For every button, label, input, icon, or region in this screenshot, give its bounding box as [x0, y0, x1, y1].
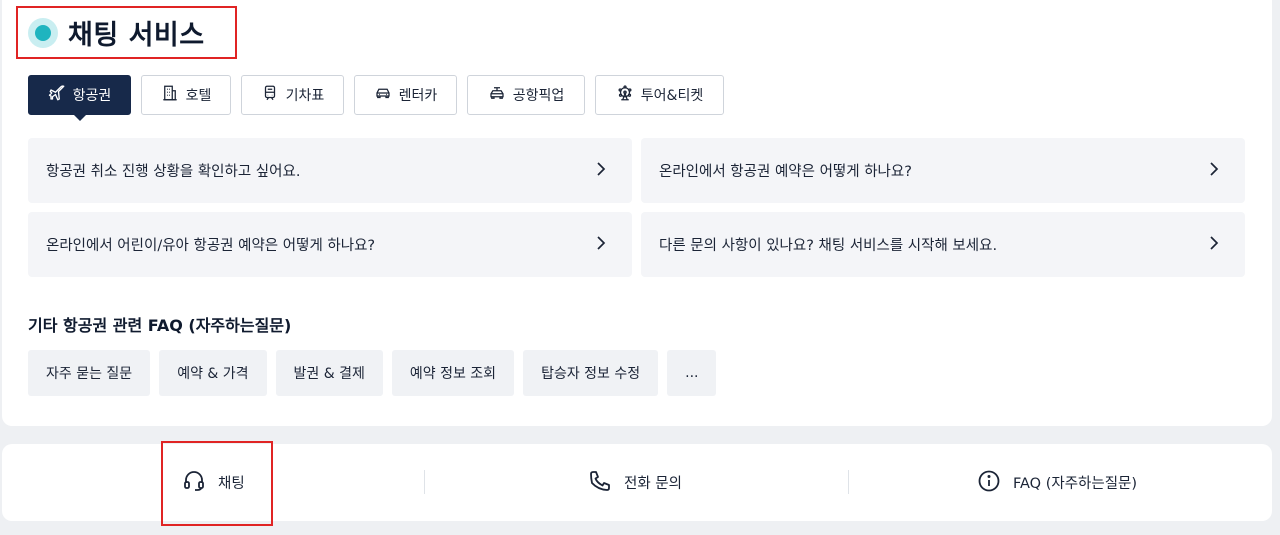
question-item[interactable]: 다른 문의 사항이 있나요? 채팅 서비스를 시작해 보세요. [641, 212, 1245, 277]
tab-tours-tickets[interactable]: 투어&티켓 [595, 75, 724, 115]
pickup-car-icon [488, 84, 506, 106]
divider [848, 470, 849, 494]
tab-label: 호텔 [185, 88, 212, 104]
chevron-right-icon [1207, 161, 1221, 180]
airplane-icon [48, 84, 66, 106]
car-icon [374, 84, 392, 106]
phone-inquiry-button[interactable]: 전화 문의 [588, 444, 682, 521]
tab-label: 항공권 [72, 88, 112, 104]
page-title: 채팅 서비스 [68, 20, 205, 51]
train-icon [261, 84, 279, 106]
phone-label: 전화 문의 [624, 476, 682, 492]
tab-hotels[interactable]: 호텔 [141, 75, 231, 115]
tab-label: 투어&티켓 [640, 88, 704, 104]
faq-chip[interactable]: 예약 & 가격 [159, 350, 267, 396]
faq-chips: 자주 묻는 질문 예약 & 가격 발권 & 결제 예약 정보 조회 탑승자 정보… [28, 350, 717, 396]
faq-label: FAQ (자주하는질문) [1013, 476, 1138, 492]
question-text: 항공권 취소 진행 상황을 확인하고 싶어요. [46, 164, 301, 180]
chat-highlight-box [161, 441, 273, 526]
chevron-right-icon [594, 161, 608, 180]
phone-icon [588, 469, 612, 497]
question-item[interactable]: 온라인에서 어린이/유아 항공권 예약은 어떻게 하나요? [28, 212, 632, 277]
page-title-highlight: 채팅 서비스 [16, 6, 237, 59]
question-item[interactable]: 온라인에서 항공권 예약은 어떻게 하나요? [641, 138, 1245, 203]
tab-trains[interactable]: 기차표 [241, 75, 344, 115]
status-dot-icon [28, 17, 58, 48]
chevron-right-icon [1207, 235, 1221, 254]
question-text: 온라인에서 항공권 예약은 어떻게 하나요? [659, 164, 912, 180]
faq-chip[interactable]: 자주 묻는 질문 [28, 350, 151, 396]
info-icon [977, 469, 1001, 497]
chevron-right-icon [594, 235, 608, 254]
question-item[interactable]: 항공권 취소 진행 상황을 확인하고 싶어요. [28, 138, 632, 203]
faq-chip-more[interactable]: ... [667, 350, 717, 396]
tab-flights[interactable]: 항공권 [28, 75, 131, 115]
tab-label: 기차표 [285, 88, 325, 104]
faq-chip[interactable]: 발권 & 결제 [275, 350, 383, 396]
tab-label: 공항픽업 [512, 88, 565, 104]
faq-button[interactable]: FAQ (자주하는질문) [977, 444, 1137, 521]
category-tabs: 항공권 호텔 기차표 렌터카 공항픽업 투어&티켓 [28, 75, 724, 115]
ferris-wheel-icon [616, 84, 634, 106]
tab-airport-pickup[interactable]: 공항픽업 [467, 75, 585, 115]
building-icon [161, 84, 179, 106]
tab-label: 렌터카 [398, 88, 438, 104]
faq-chip[interactable]: 탑승자 정보 수정 [523, 350, 659, 396]
divider [424, 470, 425, 494]
faq-section-title: 기타 항공권 관련 FAQ (자주하는질문) [28, 316, 292, 335]
faq-chip[interactable]: 예약 정보 조회 [391, 350, 515, 396]
question-text: 온라인에서 어린이/유아 항공권 예약은 어떻게 하나요? [46, 238, 376, 254]
tab-rental-cars[interactable]: 렌터카 [354, 75, 457, 115]
question-text: 다른 문의 사항이 있나요? 채팅 서비스를 시작해 보세요. [659, 238, 998, 254]
